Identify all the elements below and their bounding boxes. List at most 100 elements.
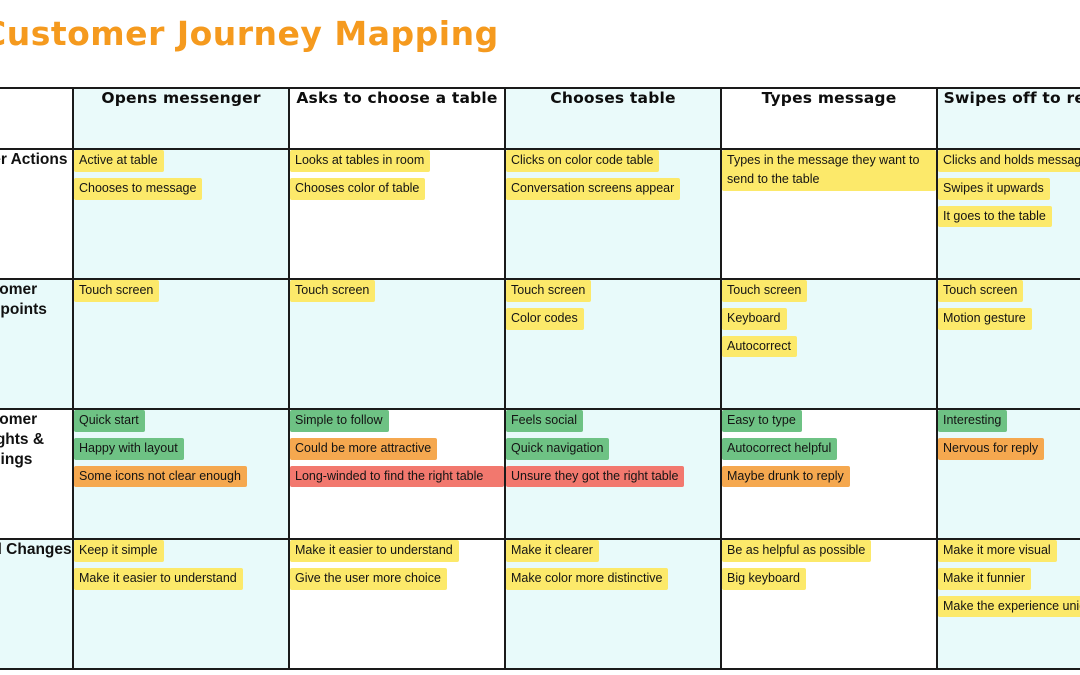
note[interactable]: Types in the message they want to send t…	[722, 150, 936, 191]
note[interactable]: Color codes	[506, 307, 584, 330]
note-stack: Active at table Chooses to message	[74, 150, 288, 200]
note-stack: Make it more visual Make it funnier Make…	[938, 540, 1080, 618]
note[interactable]: Simple to follow	[290, 410, 389, 432]
stage-header-types-message[interactable]: Types message	[720, 87, 938, 150]
cell-proposed-changes-swipes-off-to-recipient[interactable]: Make it more visual Make it funnier Make…	[936, 538, 1080, 670]
table-corner-cell	[0, 87, 74, 150]
note[interactable]: Long-winded to find the right table	[290, 465, 504, 488]
note[interactable]: Keyboard	[722, 307, 787, 330]
cell-customer-actions-types-message[interactable]: Types in the message they want to send t…	[720, 148, 938, 280]
note[interactable]: Interesting	[938, 410, 1008, 432]
stage-header-chooses-table[interactable]: Chooses table	[504, 87, 722, 150]
cell-customer-actions-asks-to-choose-a-table[interactable]: Looks at tables in room Chooses color of…	[288, 148, 506, 280]
note[interactable]: Make it clearer	[506, 540, 599, 562]
note-stack: Make it easier to understand Give the us…	[290, 540, 504, 590]
note[interactable]: Chooses to message	[74, 177, 203, 200]
note[interactable]: Autocorrect	[722, 335, 797, 358]
cell-thoughts-feelings-swipes-off-to-recipient[interactable]: Interesting Nervous for reply	[936, 408, 1080, 540]
cell-thoughts-feelings-asks-to-choose-a-table[interactable]: Simple to follow Could be more attractiv…	[288, 408, 506, 540]
cell-customer-touchpoints-types-message[interactable]: Touch screen Keyboard Autocorrect	[720, 278, 938, 410]
stage-header-opens-messenger[interactable]: Opens messenger	[72, 87, 290, 150]
note[interactable]: Be as helpful as possible	[722, 540, 872, 562]
cell-customer-touchpoints-chooses-table[interactable]: Touch screen Color codes	[504, 278, 722, 410]
note-stack: Touch screen	[74, 280, 288, 302]
row-label-proposed-changes: Proposed Changes	[0, 538, 74, 670]
note[interactable]: Looks at tables in room	[290, 150, 431, 172]
note[interactable]: Motion gesture	[938, 307, 1032, 330]
note[interactable]: Touch screen	[506, 280, 592, 302]
cell-thoughts-feelings-types-message[interactable]: Easy to type Autocorrect helpful Maybe d…	[720, 408, 938, 540]
note-stack: Clicks on color code table Conversation …	[506, 150, 720, 200]
note[interactable]: Touch screen	[938, 280, 1024, 302]
note[interactable]: Chooses color of table	[290, 177, 426, 200]
journey-map-table: Opens messenger Asks to choose a table C…	[0, 87, 1080, 670]
table-row-customer-thoughts-feelings: Customer Thoughts & Feelings Quick start…	[0, 408, 1080, 540]
note[interactable]: Swipes it upwards	[938, 177, 1050, 200]
note[interactable]: Make it easier to understand	[74, 567, 243, 590]
note[interactable]: Feels social	[506, 410, 583, 432]
cell-customer-actions-swipes-off-to-recipient[interactable]: Clicks and holds message icon Swipes it …	[936, 148, 1080, 280]
note-stack: Touch screen Keyboard Autocorrect	[722, 280, 936, 358]
note-stack: Touch screen Motion gesture	[938, 280, 1080, 330]
note-stack: Touch screen Color codes	[506, 280, 720, 330]
note[interactable]: Make it more visual	[938, 540, 1057, 562]
cell-customer-actions-chooses-table[interactable]: Clicks on color code table Conversation …	[504, 148, 722, 280]
note-stack: Feels social Quick navigation Unsure the…	[506, 410, 720, 488]
note-stack: Clicks and holds message icon Swipes it …	[938, 150, 1080, 228]
note[interactable]: Quick start	[74, 410, 145, 432]
note[interactable]: Happy with layout	[74, 437, 184, 460]
cell-proposed-changes-opens-messenger[interactable]: Keep it simple Make it easier to underst…	[72, 538, 290, 670]
table-body: Customer Actions Active at table Chooses…	[0, 148, 1080, 670]
stage-header-asks-to-choose-a-table[interactable]: Asks to choose a table	[288, 87, 506, 150]
note-stack: Be as helpful as possible Big keyboard	[722, 540, 936, 590]
note[interactable]: Maybe drunk to reply	[722, 465, 850, 488]
cell-customer-touchpoints-asks-to-choose-a-table[interactable]: Touch screen	[288, 278, 506, 410]
table-header: Opens messenger Asks to choose a table C…	[0, 87, 1080, 150]
page-title: Customer Journey Mapping	[0, 14, 499, 53]
note[interactable]: Easy to type	[722, 410, 802, 432]
note[interactable]: Unsure they got the right table	[506, 465, 685, 488]
cell-proposed-changes-types-message[interactable]: Be as helpful as possible Big keyboard	[720, 538, 938, 670]
note[interactable]: Make it easier to understand	[290, 540, 459, 562]
note[interactable]: Keep it simple	[74, 540, 164, 562]
cell-customer-actions-opens-messenger[interactable]: Active at table Chooses to message	[72, 148, 290, 280]
note[interactable]: Clicks on color code table	[506, 150, 660, 172]
note[interactable]: Make it funnier	[938, 567, 1031, 590]
table-row-customer-touchpoints: Customer Touchpoints Touch screen Touch …	[0, 278, 1080, 410]
note[interactable]: Make color more distinctive	[506, 567, 669, 590]
row-label-customer-thoughts-feelings: Customer Thoughts & Feelings	[0, 408, 74, 540]
note[interactable]: Make the experience unique	[938, 595, 1080, 618]
note[interactable]: Give the user more choice	[290, 567, 447, 590]
note[interactable]: Some icons not clear enough	[74, 465, 247, 488]
note[interactable]: Active at table	[74, 150, 164, 172]
note[interactable]: Nervous for reply	[938, 437, 1045, 460]
cell-thoughts-feelings-opens-messenger[interactable]: Quick start Happy with layout Some icons…	[72, 408, 290, 540]
cell-customer-touchpoints-opens-messenger[interactable]: Touch screen	[72, 278, 290, 410]
cell-customer-touchpoints-swipes-off-to-recipient[interactable]: Touch screen Motion gesture	[936, 278, 1080, 410]
table-row-customer-actions: Customer Actions Active at table Chooses…	[0, 148, 1080, 280]
note[interactable]: Autocorrect helpful	[722, 437, 838, 460]
note[interactable]: Conversation screens appear	[506, 177, 681, 200]
note-stack: Quick start Happy with layout Some icons…	[74, 410, 288, 488]
note[interactable]: It goes to the table	[938, 205, 1052, 228]
note-stack: Keep it simple Make it easier to underst…	[74, 540, 288, 590]
table-row-proposed-changes: Proposed Changes Keep it simple Make it …	[0, 538, 1080, 670]
note[interactable]: Could be more attractive	[290, 437, 438, 460]
cell-thoughts-feelings-chooses-table[interactable]: Feels social Quick navigation Unsure the…	[504, 408, 722, 540]
note-stack: Easy to type Autocorrect helpful Maybe d…	[722, 410, 936, 488]
note-stack: Interesting Nervous for reply	[938, 410, 1080, 460]
note-stack: Types in the message they want to send t…	[722, 150, 936, 191]
note-stack: Looks at tables in room Chooses color of…	[290, 150, 504, 200]
note-stack: Touch screen	[290, 280, 504, 302]
cell-proposed-changes-asks-to-choose-a-table[interactable]: Make it easier to understand Give the us…	[288, 538, 506, 670]
note[interactable]: Clicks and holds message icon	[938, 150, 1080, 172]
note[interactable]: Touch screen	[290, 280, 376, 302]
note[interactable]: Touch screen	[74, 280, 160, 302]
stage-header-row: Opens messenger Asks to choose a table C…	[0, 87, 1080, 150]
cell-proposed-changes-chooses-table[interactable]: Make it clearer Make color more distinct…	[504, 538, 722, 670]
note[interactable]: Touch screen	[722, 280, 808, 302]
note[interactable]: Quick navigation	[506, 437, 610, 460]
row-label-customer-actions: Customer Actions	[0, 148, 74, 280]
stage-header-swipes-off-to-recipient[interactable]: Swipes off to recipient	[936, 87, 1080, 150]
note[interactable]: Big keyboard	[722, 567, 806, 590]
